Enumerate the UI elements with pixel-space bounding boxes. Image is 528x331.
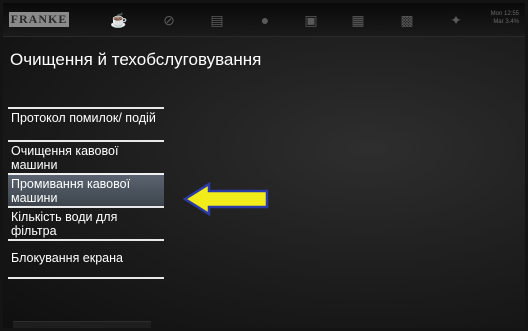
coffee-machine-icon[interactable]: ▣ — [302, 11, 320, 29]
menu-item-screen-lock[interactable]: Блокування екрана — [8, 239, 164, 277]
counter-icon[interactable]: ▦ — [349, 11, 367, 29]
menu-item-label: Блокування екрана — [11, 251, 123, 265]
cup-icon[interactable]: ☕ — [110, 11, 128, 29]
app-screen: FRANKE ☕ ⊘ ▤ ● ▣ ▦ ▩ ✦ Mon 12:55 Mar 3.4… — [3, 3, 525, 328]
highlight-arrow-icon — [183, 182, 269, 216]
date-line-2: Mar 3.4% — [493, 19, 519, 25]
menu-item-label: Очищення кавової машини — [11, 144, 119, 172]
menu-item-label: Протокол помилок/ подій — [11, 111, 156, 125]
menu-item-error-log[interactable]: Протокол помилок/ подій — [8, 107, 164, 140]
menu-divider — [8, 277, 164, 279]
maintenance-menu: Протокол помилок/ подій Очищення кавової… — [8, 107, 164, 279]
brand-logo: FRANKE — [9, 12, 69, 27]
cleaning-icon[interactable]: ▤ — [208, 11, 226, 29]
menu-item-label: Промивання кавової машини — [11, 177, 131, 205]
top-toolbar: FRANKE ☕ ⊘ ▤ ● ▣ ▦ ▩ ✦ Mon 12:55 Mar 3.4… — [3, 3, 525, 37]
menu-item-machine-cleaning[interactable]: Очищення кавової машини — [8, 140, 164, 173]
date-line-1: Mon 12:55 — [490, 11, 519, 17]
menu-item-machine-rinsing[interactable]: Промивання кавової машини — [8, 173, 164, 206]
date-time-display: Mon 12:55 Mar 3.4% — [483, 10, 519, 26]
bottom-button-area — [13, 321, 151, 328]
milk-icon[interactable]: ⊘ — [160, 11, 178, 29]
recipe-icon[interactable]: ▩ — [398, 11, 416, 29]
menu-item-label: Кількість води для фільтра — [11, 210, 118, 238]
menu-item-filter-water[interactable]: Кількість води для фільтра — [8, 206, 164, 239]
drop-icon[interactable]: ● — [256, 11, 274, 29]
page-title: Очищення й техобслуговування — [10, 50, 262, 69]
wrench-icon[interactable]: ✦ — [447, 11, 465, 29]
